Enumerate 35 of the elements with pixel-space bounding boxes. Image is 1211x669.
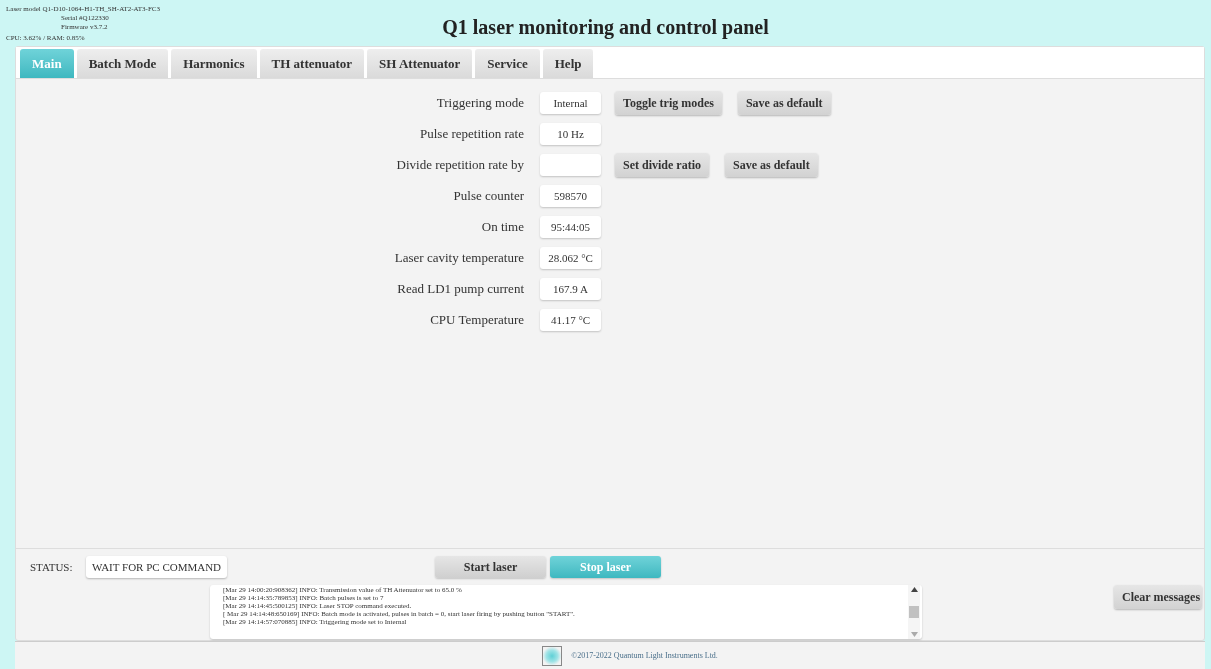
field-label: Divide repetition rate by <box>396 156 524 175</box>
value-display: 95:44:05 <box>540 216 601 238</box>
scroll-up-icon[interactable] <box>910 587 918 592</box>
action-button[interactable]: Set divide ratio <box>615 153 709 177</box>
tab[interactable]: Batch Mode <box>76 49 169 78</box>
tab[interactable]: TH attenuator <box>259 49 365 78</box>
status-value: WAIT FOR PC COMMAND <box>86 556 228 578</box>
logo-icon <box>542 645 563 666</box>
field-label: Read LD1 pump current <box>397 280 524 299</box>
value-display: 10 Hz <box>540 123 601 145</box>
clear-messages-button[interactable]: Clear messages <box>1114 585 1202 609</box>
action-button[interactable]: Save as default <box>737 91 831 115</box>
tab[interactable]: SH Attenuator <box>367 49 473 78</box>
field-label: Pulse repetition rate <box>420 125 524 144</box>
field-label: Triggering mode <box>436 94 524 113</box>
field-label: CPU Temperature <box>430 311 524 330</box>
field-label: On time <box>481 218 524 237</box>
status-label: STATUS: <box>30 559 74 575</box>
tab[interactable]: Help <box>542 49 594 78</box>
tab[interactable]: Harmonics <box>171 49 257 78</box>
divide-ratio-input[interactable] <box>540 154 601 176</box>
field-label: Pulse counter <box>453 187 524 206</box>
action-button[interactable]: Save as default <box>725 153 818 177</box>
action-button[interactable]: Toggle trig modes <box>615 91 722 115</box>
scrollbar[interactable] <box>908 585 920 639</box>
tab[interactable]: Service <box>475 49 540 78</box>
field-label: Laser cavity temperature <box>394 249 524 268</box>
value-display: Internal <box>540 92 601 114</box>
copyright-text: ©2017-2022 Quantum Light Instruments Ltd. <box>571 649 718 662</box>
laser-button[interactable]: Start laser <box>435 556 547 578</box>
page-title: Q1 laser monitoring and control panel <box>442 15 769 41</box>
value-display: 41.17 °C <box>540 309 601 331</box>
value-display: 598570 <box>540 185 601 207</box>
value-display: 28.062 °C <box>540 247 601 269</box>
value-display: 167.9 A <box>540 278 601 300</box>
